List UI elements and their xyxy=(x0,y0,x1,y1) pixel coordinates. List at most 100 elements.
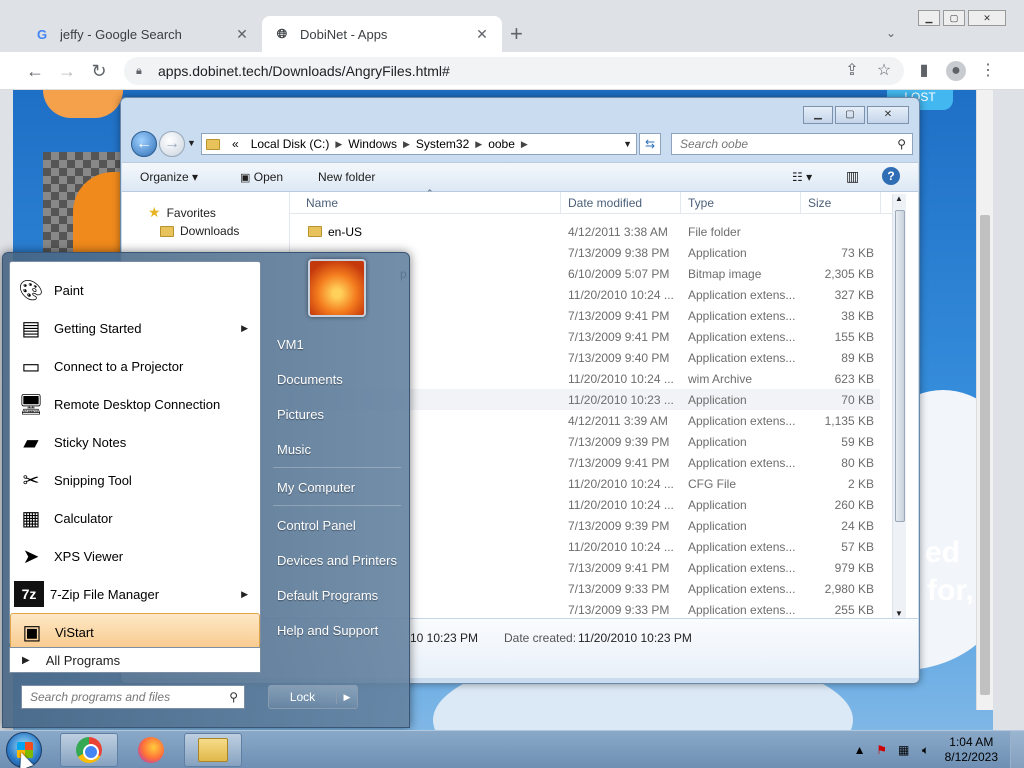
organize-button[interactable]: Organize ▾ xyxy=(140,170,198,184)
file-size: 979 KB xyxy=(834,561,874,575)
start-item-sticky-notes[interactable]: ▰ Sticky Notes xyxy=(10,423,260,461)
file-type: Application extens... xyxy=(688,288,796,302)
start-item-calculator[interactable]: ▦ Calculator xyxy=(10,499,260,537)
action-center-icon[interactable]: ⚑ xyxy=(873,743,891,757)
volume-muted-icon[interactable]: 🔈︎ xyxy=(917,743,935,758)
file-type: File folder xyxy=(688,225,741,239)
start-item-getting-started[interactable]: ▤ Getting Started ▶ xyxy=(10,309,260,347)
start-item-xps-viewer[interactable]: ➤ XPS Viewer xyxy=(10,537,260,575)
file-size: 2,980 KB xyxy=(824,582,874,596)
start-link-pictures[interactable]: Pictures xyxy=(277,407,324,422)
menu-icon[interactable]: ⋮ xyxy=(978,61,998,81)
chevron-right-icon[interactable]: ▶ xyxy=(403,139,410,150)
clock[interactable]: 1:04 AM 8/12/2023 xyxy=(945,735,998,765)
new-folder-button[interactable]: New folder xyxy=(318,170,375,184)
reload-button[interactable]: ↻ xyxy=(88,60,110,82)
address-bar[interactable]: 🔒︎ apps.dobinet.tech/Downloads/AngryFile… xyxy=(124,57,904,85)
close-button[interactable]: ✕ xyxy=(867,106,909,124)
start-search-input[interactable]: Search programs and files ⚲ xyxy=(21,685,245,709)
scroll-thumb[interactable] xyxy=(980,215,990,695)
file-date: 7/13/2009 9:38 PM xyxy=(568,246,670,260)
file-date: 11/20/2010 10:24 ... xyxy=(568,498,674,512)
back-button[interactable]: ← xyxy=(131,131,157,157)
refresh-icon[interactable]: ⇆ xyxy=(639,133,661,155)
start-item-snipping-tool[interactable]: ✂ Snipping Tool xyxy=(10,461,260,499)
column-name[interactable]: Name xyxy=(306,196,338,210)
forward-button[interactable]: → xyxy=(56,60,78,82)
page-scrollbar[interactable] xyxy=(976,90,993,710)
breadcrumb-system32[interactable]: System32 xyxy=(416,137,469,151)
breadcrumb-oobe[interactable]: oobe xyxy=(488,137,515,151)
explorer-search-input[interactable]: Search oobe ⚲ xyxy=(671,133,913,155)
close-tab-icon[interactable]: ✕ xyxy=(234,26,250,43)
all-programs-button[interactable]: ▶ All Programs xyxy=(9,647,261,673)
file-row[interactable]: en-US 4/12/2011 3:38 AM File folder xyxy=(290,221,880,242)
file-list-scrollbar[interactable]: ▲ ▼ xyxy=(892,194,906,618)
close-window-button[interactable]: ✕ xyxy=(968,10,1006,26)
taskbar-firefox[interactable] xyxy=(122,733,180,767)
start-link-my-computer[interactable]: My Computer xyxy=(277,480,355,495)
start-item-remote-desktop-connection[interactable]: 🖥︎ Remote Desktop Connection xyxy=(10,385,260,423)
user-avatar[interactable] xyxy=(308,259,366,317)
preview-pane-icon[interactable]: ▥ xyxy=(846,168,859,185)
start-item-paint[interactable]: 🎨︎ Paint xyxy=(10,271,260,309)
recent-pages-dropdown[interactable]: ▼ xyxy=(187,138,196,148)
taskbar-chrome[interactable] xyxy=(60,733,118,767)
start-link-music[interactable]: Music xyxy=(277,442,311,457)
show-hidden-icons[interactable]: ▲ xyxy=(851,743,869,757)
scroll-down-icon[interactable]: ▼ xyxy=(895,609,903,618)
column-size[interactable]: Size xyxy=(808,196,831,210)
column-headers: Name ⌃ Date modified Type Size xyxy=(290,188,900,214)
start-link-documents[interactable]: Documents xyxy=(277,372,343,387)
minimize-button[interactable]: ▁ xyxy=(803,106,833,124)
chevron-right-icon[interactable]: ▶ xyxy=(475,139,482,150)
power-options-arrow-icon[interactable]: ▶ xyxy=(337,692,357,703)
file-type: Application extens... xyxy=(688,309,796,323)
overlay-text: for, xyxy=(927,574,974,607)
close-tab-icon[interactable]: ✕ xyxy=(474,26,490,43)
chevron-right-icon[interactable]: ▶ xyxy=(335,139,342,150)
forward-button[interactable]: → xyxy=(159,131,185,157)
file-date: 11/20/2010 10:24 ... xyxy=(568,288,674,302)
column-type[interactable]: Type xyxy=(688,196,714,210)
open-button[interactable]: ▣ Open xyxy=(240,170,283,184)
show-desktop-button[interactable] xyxy=(1010,731,1024,768)
profile-avatar[interactable]: ● xyxy=(946,61,966,81)
column-date-modified[interactable]: Date modified xyxy=(568,196,642,210)
tab-google-search[interactable]: G jeffy - Google Search ✕ xyxy=(22,16,262,52)
start-link-default-programs[interactable]: Default Programs xyxy=(277,588,378,603)
minimize-button[interactable]: ▁ xyxy=(918,10,940,26)
start-link-vm1[interactable]: VM1 xyxy=(277,337,304,352)
back-button[interactable]: ← xyxy=(24,60,46,82)
start-item-vistart[interactable]: ▣ ViStart xyxy=(10,613,260,651)
nav-favorites[interactable]: ★ Favorites xyxy=(148,204,216,221)
bookmark-star-icon[interactable]: ☆ xyxy=(874,61,894,81)
lock-button[interactable]: Lock ▶ xyxy=(268,685,358,709)
breadcrumb-overflow[interactable]: « xyxy=(232,137,239,151)
breadcrumb-local-disk[interactable]: Local Disk (C:) xyxy=(251,137,330,151)
tab-dobinet[interactable]: 🌐︎ DobiNet - Apps ✕ xyxy=(262,16,502,52)
maximize-button[interactable]: ▢ xyxy=(943,10,965,26)
share-icon[interactable]: ⇪ xyxy=(842,61,862,81)
taskbar-explorer[interactable] xyxy=(184,733,242,767)
tab-search-icon[interactable]: ⌄ xyxy=(886,26,896,40)
scroll-thumb[interactable] xyxy=(895,210,905,522)
chevron-right-icon[interactable]: ▶ xyxy=(521,139,528,150)
side-panel-icon[interactable]: ▮ xyxy=(914,61,934,81)
explorer-address-bar[interactable]: « Local Disk (C:) ▶ Windows ▶ System32 ▶… xyxy=(201,133,637,155)
nav-downloads[interactable]: Downloads xyxy=(160,224,239,238)
start-link-devices-and-printers[interactable]: Devices and Printers xyxy=(277,553,397,568)
new-tab-button[interactable]: + xyxy=(510,22,523,46)
start-item-7-zip-file-manager[interactable]: 7z 7-Zip File Manager ▶ xyxy=(10,575,260,613)
help-icon[interactable]: ? xyxy=(882,167,900,185)
start-link-control-panel[interactable]: Control Panel xyxy=(277,518,356,533)
network-icon[interactable]: ▦ xyxy=(895,743,913,757)
maximize-button[interactable]: ▢ xyxy=(835,106,865,124)
scroll-up-icon[interactable]: ▲ xyxy=(895,194,903,203)
address-dropdown-icon[interactable]: ▼ xyxy=(623,139,632,149)
view-options-icon[interactable]: ☷ ▾ xyxy=(792,170,812,184)
breadcrumb-windows[interactable]: Windows xyxy=(348,137,397,151)
start-link-help-and-support[interactable]: Help and Support xyxy=(277,623,378,638)
start-item-connect-to-a-projector[interactable]: ▭ Connect to a Projector xyxy=(10,347,260,385)
remote-desktop-icon: 🖥︎ xyxy=(18,393,44,416)
